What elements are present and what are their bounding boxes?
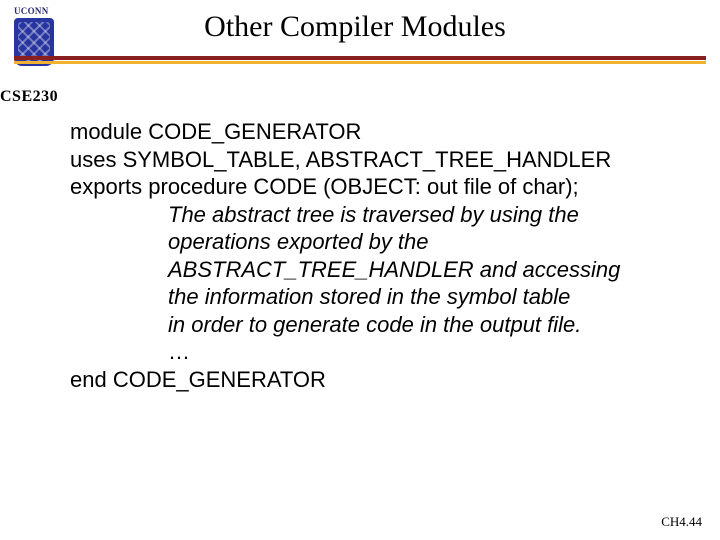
ellipsis-line: … — [70, 338, 690, 366]
slide-body: module CODE_GENERATOR uses SYMBOL_TABLE,… — [70, 118, 690, 393]
uses-decl: uses SYMBOL_TABLE, ABSTRACT_TREE_HANDLER — [70, 146, 690, 174]
description-line: operations exported by the — [70, 228, 690, 256]
description-line: The abstract tree is traversed by using … — [70, 201, 690, 229]
logo-text: UCONN — [14, 6, 58, 16]
page-number: CH4.44 — [661, 514, 702, 530]
divider-primary — [14, 56, 706, 60]
module-decl: module CODE_GENERATOR — [70, 118, 690, 146]
end-decl: end CODE_GENERATOR — [70, 366, 690, 394]
exports-decl: exports procedure CODE (OBJECT: out file… — [70, 173, 690, 201]
description-line: in order to generate code in the output … — [70, 311, 690, 339]
description-line: ABSTRACT_TREE_HANDLER and accessing — [70, 256, 690, 284]
course-label: CSE230 — [0, 88, 58, 106]
divider-secondary — [14, 61, 706, 64]
page-title: Other Compiler Modules — [70, 10, 700, 44]
description-line: the information stored in the symbol tab… — [70, 283, 690, 311]
slide-header: UCONN Other Compiler Modules — [0, 0, 720, 68]
